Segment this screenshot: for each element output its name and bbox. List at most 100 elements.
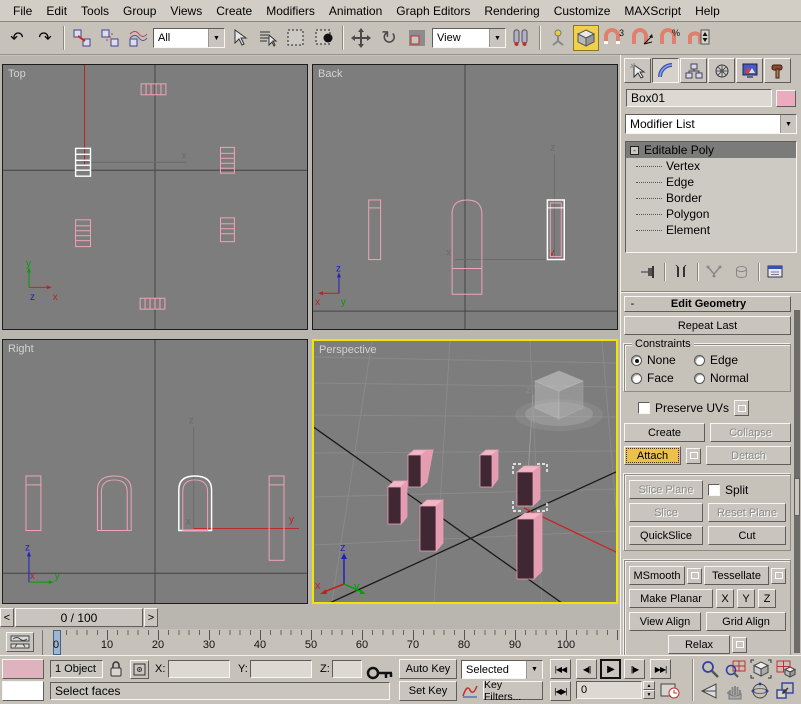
constraint-face-radio[interactable] [631, 373, 642, 384]
stack-item-vertex[interactable]: Vertex [626, 158, 796, 174]
slice-button[interactable]: Slice [629, 503, 703, 522]
percent-snap-toggle-icon[interactable]: % [657, 25, 683, 51]
y-coord-field[interactable] [250, 660, 312, 678]
constraint-normal-radio[interactable] [694, 373, 705, 384]
next-frame-button[interactable]: ||▶ [624, 659, 645, 679]
min-max-toggle-button[interactable] [775, 681, 798, 702]
auto-key-button[interactable]: Auto Key [399, 659, 457, 679]
selection-filter-dropdown[interactable]: All ▼ [153, 28, 225, 48]
select-and-scale-icon[interactable] [404, 25, 430, 51]
spinner-down-icon[interactable]: ▼ [643, 690, 655, 699]
viewport-top[interactable]: Top x y z x [2, 64, 308, 330]
stack-item-edge[interactable]: Edge [626, 174, 796, 190]
menu-tools[interactable]: Tools [74, 2, 116, 20]
menu-create[interactable]: Create [209, 2, 259, 20]
reference-coordinate-dropdown[interactable]: View ▼ [432, 28, 506, 48]
redo-icon[interactable]: ↷ [32, 25, 58, 51]
go-to-start-button[interactable]: |◀◀ [550, 659, 571, 679]
stack-item-border[interactable]: Border [626, 190, 796, 206]
collapse-tree-icon[interactable]: - [630, 146, 639, 155]
edit-geometry-rollout-header[interactable]: - Edit Geometry [624, 296, 791, 312]
zoom-all-button[interactable] [725, 659, 748, 680]
current-frame-field[interactable]: 0 [576, 681, 642, 699]
snaps-toggle-icon[interactable] [573, 25, 599, 51]
undo-icon[interactable]: ↶ [4, 25, 30, 51]
menu-group[interactable]: Group [116, 2, 163, 20]
open-mini-curve-editor-button[interactable] [6, 632, 34, 652]
show-end-result-button[interactable] [669, 262, 693, 283]
selection-set-dropdown[interactable]: Selected ▼ [461, 660, 543, 679]
rollout-collapse-icon[interactable]: - [627, 298, 638, 310]
cut-button[interactable]: Cut [708, 526, 786, 545]
tab-display[interactable] [736, 58, 763, 83]
menu-help[interactable]: Help [688, 2, 727, 20]
select-and-rotate-icon[interactable]: ↻ [376, 25, 402, 51]
play-button[interactable]: ▶ [600, 659, 621, 679]
msmooth-settings-button[interactable] [687, 568, 702, 584]
bind-to-space-warp-icon[interactable] [125, 25, 151, 51]
constraint-none-radio[interactable] [631, 355, 642, 366]
object-color-swatch[interactable] [776, 90, 796, 107]
object-name-field[interactable]: Box01 [626, 89, 772, 107]
previous-frame-button[interactable]: ◀|| [576, 659, 597, 679]
configure-modifier-sets-button[interactable] [763, 262, 787, 283]
pin-stack-button[interactable] [636, 262, 660, 283]
tessellate-button[interactable]: Tessellate [704, 566, 769, 585]
menu-edit[interactable]: Edit [39, 2, 74, 20]
dropdown-arrow-icon[interactable]: ▼ [526, 661, 542, 679]
constraint-none-label[interactable]: None [647, 353, 689, 367]
maxscript-mini-listener-pink[interactable] [2, 659, 44, 679]
constraint-edge-radio[interactable] [694, 355, 705, 366]
preserve-uvs-checkbox[interactable] [638, 402, 650, 414]
viewport-back-label[interactable]: Back [318, 68, 342, 80]
select-and-link-icon[interactable] [69, 25, 95, 51]
relax-settings-button[interactable] [732, 637, 747, 653]
ghost-helper-object[interactable] [515, 371, 603, 431]
reset-plane-button[interactable]: Reset Plane [708, 503, 786, 522]
track-bar-ruler[interactable]: 0 10 20 30 40 50 60 70 80 90 100 [42, 630, 618, 655]
unlink-icon[interactable] [97, 25, 123, 51]
arc-rotate-button[interactable] [750, 681, 773, 702]
time-slider-next-button[interactable]: > [144, 608, 158, 627]
preserve-uvs-settings-button[interactable] [734, 400, 749, 416]
collapse-button[interactable]: Collapse [710, 423, 791, 442]
viewport-perspective[interactable]: Perspective z [312, 339, 618, 604]
tab-hierarchy[interactable] [680, 58, 707, 83]
x-coord-field[interactable] [168, 660, 230, 678]
viewport-top-label[interactable]: Top [8, 68, 26, 80]
tab-modify[interactable] [652, 58, 679, 83]
rectangular-selection-region-icon[interactable] [283, 25, 309, 51]
constraint-edge-label[interactable]: Edge [710, 353, 738, 367]
default-in-out-tangents-button[interactable] [461, 682, 479, 703]
dropdown-arrow-icon[interactable]: ▼ [489, 29, 505, 47]
split-checkbox[interactable] [708, 484, 720, 496]
view-align-button[interactable]: View Align [629, 612, 701, 631]
make-planar-x-button[interactable]: X [716, 589, 734, 608]
box-object[interactable] [141, 84, 166, 95]
dropdown-arrow-icon[interactable]: ▼ [208, 29, 224, 47]
zoom-extents-button[interactable] [750, 659, 773, 680]
box-object-selected[interactable] [179, 476, 212, 531]
remove-modifier-button[interactable] [730, 262, 754, 283]
attach-settings-button[interactable] [686, 448, 701, 464]
split-label[interactable]: Split [725, 483, 748, 497]
attach-button[interactable]: Attach [624, 446, 681, 465]
tab-create[interactable] [624, 58, 651, 83]
relax-button[interactable]: Relax [668, 635, 730, 654]
tessellate-settings-button[interactable] [771, 568, 786, 584]
slice-plane-button[interactable]: Slice Plane [629, 480, 703, 499]
snap-toggle-3d-icon[interactable]: 3 [601, 25, 627, 51]
angle-snap-toggle-icon[interactable] [629, 25, 655, 51]
command-panel-scrollbar[interactable] [794, 310, 800, 653]
window-crossing-toggle-icon[interactable] [311, 25, 337, 51]
time-slider-prev-button[interactable]: < [0, 608, 14, 627]
stack-item-element[interactable]: Element [626, 222, 796, 238]
stack-item-editable-poly[interactable]: - Editable Poly [626, 142, 796, 158]
menu-animation[interactable]: Animation [322, 2, 389, 20]
go-to-end-button[interactable]: ▶▶| [650, 659, 671, 679]
modifier-list-dropdown[interactable]: Modifier List ▼ [625, 114, 797, 134]
scrollbar-thumb[interactable] [794, 478, 800, 516]
menu-file[interactable]: File [6, 2, 39, 20]
stack-item-polygon[interactable]: Polygon [626, 206, 796, 222]
frame-spinner[interactable]: ▲ ▼ [643, 681, 655, 699]
